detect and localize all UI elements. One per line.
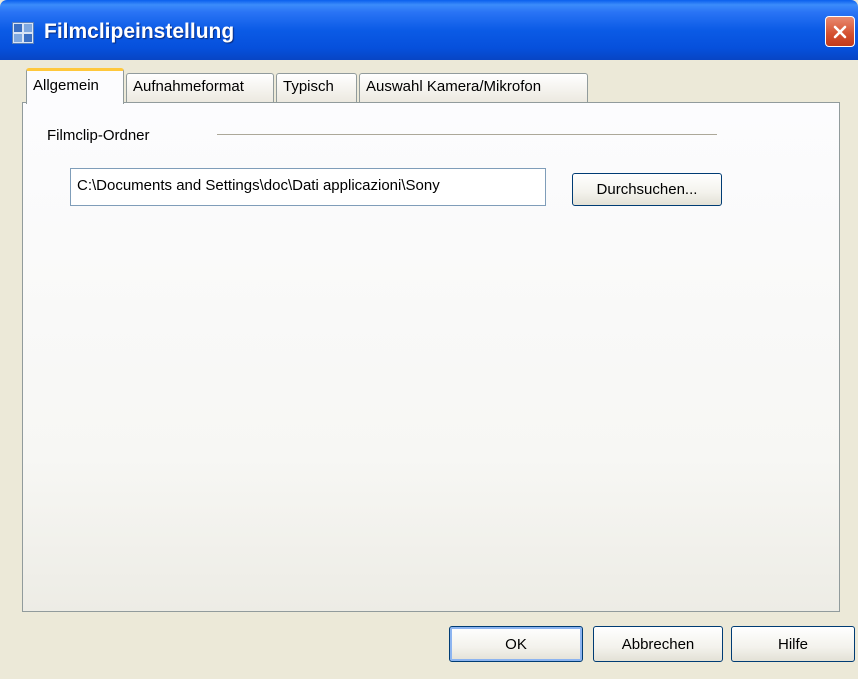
- tab-typisch[interactable]: Typisch: [276, 73, 357, 102]
- tab-auswahl-kamera-mikrofon[interactable]: Auswahl Kamera/Mikrofon: [359, 73, 588, 102]
- tab-panel-allgemein: Filmclip-Ordner C:\Documents and Setting…: [22, 102, 840, 612]
- ok-button[interactable]: OK: [449, 626, 583, 662]
- title-bar[interactable]: Filmclipeinstellung: [0, 0, 858, 60]
- group-divider: [217, 134, 717, 135]
- tab-allgemein[interactable]: Allgemein: [26, 68, 124, 104]
- tab-aufnahmeformat[interactable]: Aufnahmeformat: [126, 73, 274, 102]
- close-icon: [833, 25, 847, 38]
- window-title: Filmclipeinstellung: [44, 20, 235, 43]
- group-label-filmclip-ordner: Filmclip-Ordner: [47, 127, 150, 144]
- app-icon: [12, 22, 34, 44]
- cancel-button[interactable]: Abbrechen: [593, 626, 723, 662]
- browse-button[interactable]: Durchsuchen...: [572, 173, 722, 206]
- help-button[interactable]: Hilfe: [731, 626, 855, 662]
- folder-path-field[interactable]: C:\Documents and Settings\doc\Dati appli…: [70, 168, 546, 206]
- close-button[interactable]: [825, 16, 855, 47]
